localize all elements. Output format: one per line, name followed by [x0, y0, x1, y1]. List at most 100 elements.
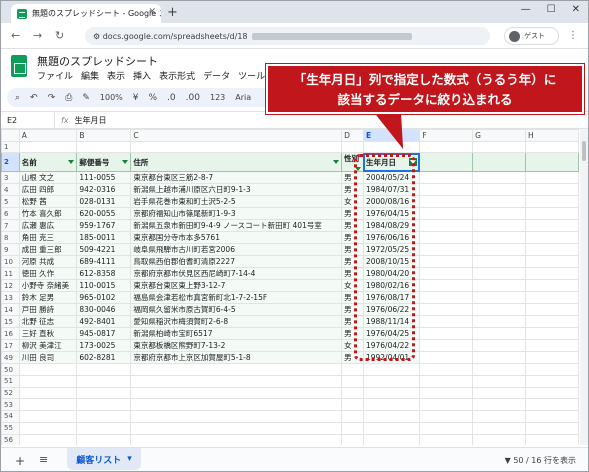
cell[interactable] — [76, 398, 132, 412]
cell[interactable] — [419, 231, 474, 245]
row-header[interactable]: 1 — [1, 140, 20, 154]
cell[interactable] — [419, 410, 474, 423]
cell[interactable] — [419, 303, 474, 317]
cell[interactable] — [472, 315, 527, 329]
cell-sex[interactable]: 男 — [341, 219, 364, 233]
cell[interactable] — [472, 410, 527, 423]
column-header-g[interactable]: G — [472, 129, 527, 142]
cell[interactable] — [525, 219, 579, 233]
row-header[interactable]: 13 — [1, 291, 20, 305]
cell[interactable] — [419, 171, 474, 185]
column-header-b[interactable]: B — [76, 129, 132, 142]
cell[interactable] — [472, 398, 527, 412]
cell[interactable] — [472, 171, 527, 185]
row-header[interactable]: 12 — [1, 279, 20, 293]
cell[interactable] — [18, 433, 78, 445]
cell[interactable] — [419, 315, 474, 329]
cell[interactable] — [362, 421, 421, 435]
cell[interactable] — [525, 243, 579, 257]
cell-sex[interactable]: 男 — [341, 171, 364, 185]
header-cell-4[interactable]: 生年月日 — [362, 152, 421, 173]
cell-zip[interactable]: 620-0055 — [76, 207, 132, 221]
cell[interactable] — [525, 339, 579, 353]
cell[interactable] — [472, 375, 527, 388]
row-header[interactable]: 50 — [1, 363, 20, 377]
cell[interactable] — [472, 243, 527, 257]
cell[interactable] — [341, 375, 364, 388]
cell[interactable] — [525, 231, 579, 245]
row-header[interactable]: 55 — [1, 421, 20, 435]
cell[interactable] — [18, 375, 78, 388]
cell-zip[interactable]: 945-0817 — [76, 327, 132, 341]
cell[interactable] — [472, 207, 527, 221]
cell-name[interactable]: 広瀬 惠広 — [18, 219, 78, 233]
cell[interactable] — [472, 363, 527, 377]
new-tab-icon[interactable]: + — [167, 5, 178, 20]
cell-zip[interactable]: 942-0316 — [76, 183, 132, 197]
cell[interactable] — [341, 421, 364, 435]
zoom-select[interactable]: 100% — [100, 93, 123, 102]
column-header-h[interactable]: H — [525, 129, 579, 142]
active-filter-icon[interactable] — [409, 157, 418, 166]
cell[interactable] — [419, 267, 474, 281]
cell[interactable] — [472, 267, 527, 281]
cell[interactable] — [130, 398, 343, 412]
browser-tab[interactable]: 無題のスプレッドシート - Google スプ ✕ — [11, 4, 161, 23]
cell-zip[interactable]: 028-0131 — [76, 195, 132, 209]
cell-name[interactable]: 川田 良司 — [18, 351, 78, 365]
cell[interactable] — [130, 375, 343, 388]
cell-zip[interactable]: 602-8281 — [76, 351, 132, 365]
cell[interactable] — [76, 375, 132, 388]
cell-addr[interactable]: 愛知県稲沢市梅須賀町2-6-8 — [130, 315, 343, 329]
cell[interactable] — [362, 410, 421, 423]
cell[interactable] — [419, 207, 474, 221]
cell[interactable] — [472, 351, 527, 365]
cell-dob[interactable]: 1976/04/15 — [362, 207, 421, 221]
select-all-corner[interactable] — [1, 129, 20, 142]
cell[interactable] — [18, 140, 78, 154]
cell-name[interactable]: 成田 重三郎 — [18, 243, 78, 257]
column-header-d[interactable]: D — [341, 129, 364, 142]
column-header-f[interactable]: F — [419, 129, 474, 142]
cell-addr[interactable]: 東京都台東区三筋2-8-7 — [130, 171, 343, 185]
cell[interactable] — [419, 219, 474, 233]
cell[interactable] — [419, 195, 474, 209]
cell-addr[interactable]: 京都府京都市上京区加賀屋町5-1-8 — [130, 351, 343, 365]
increase-decimal-icon[interactable]: .00 — [186, 93, 200, 103]
decrease-decimal-icon[interactable]: .0 — [167, 93, 176, 103]
redo-icon[interactable]: ↷ — [48, 93, 56, 103]
cell[interactable] — [419, 243, 474, 257]
row-header[interactable]: 6 — [1, 207, 20, 221]
cell[interactable] — [525, 195, 579, 209]
cell[interactable] — [419, 152, 474, 173]
cell-name[interactable]: 三好 直秋 — [18, 327, 78, 341]
cell[interactable] — [525, 140, 579, 154]
cell[interactable] — [472, 433, 527, 445]
row-header[interactable]: 54 — [1, 410, 20, 423]
cell-dob[interactable]: 1988/11/14 — [362, 315, 421, 329]
cell-sex[interactable]: 男 — [341, 243, 364, 257]
row-header[interactable]: 3 — [1, 171, 20, 185]
cell[interactable] — [130, 140, 343, 154]
cell-sex[interactable]: 男 — [341, 315, 364, 329]
cell-addr[interactable]: 岩手県花巻市東和町土沢5-2-5 — [130, 195, 343, 209]
cell[interactable] — [18, 363, 78, 377]
cell-name[interactable]: 角田 克三 — [18, 231, 78, 245]
cell-sex[interactable]: 男 — [341, 291, 364, 305]
filter-dropdown-icon[interactable] — [68, 159, 75, 164]
cell[interactable] — [419, 421, 474, 435]
close-tab-icon[interactable]: ✕ — [148, 7, 156, 17]
cell[interactable] — [525, 267, 579, 281]
cell-name[interactable]: 竹本 喜久郎 — [18, 207, 78, 221]
cell[interactable] — [362, 398, 421, 412]
cell[interactable] — [419, 327, 474, 341]
row-header[interactable]: 11 — [1, 267, 20, 281]
add-sheet-icon[interactable]: + — [15, 454, 25, 468]
header-cell-3[interactable]: 性別 — [341, 152, 364, 173]
cell[interactable] — [525, 255, 579, 269]
maximize-icon[interactable]: ☐ — [547, 4, 556, 15]
cell[interactable] — [18, 386, 78, 400]
row-header[interactable]: 56 — [1, 433, 20, 445]
cell[interactable] — [341, 386, 364, 400]
row-header[interactable]: 4 — [1, 183, 20, 197]
